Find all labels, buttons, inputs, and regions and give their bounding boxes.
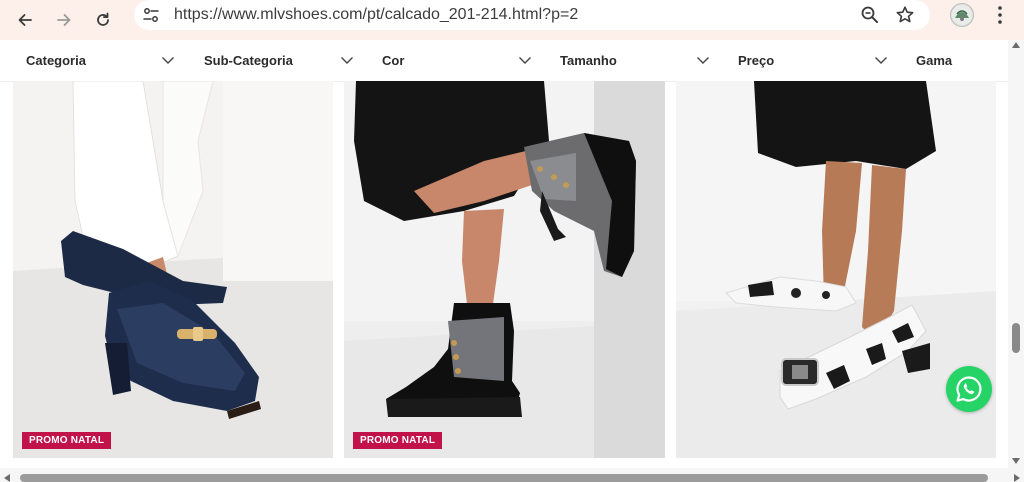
product-card[interactable]: PROMO NATAL (344, 81, 665, 458)
product-card[interactable] (676, 81, 996, 458)
filter-label: Tamanho (560, 53, 617, 68)
arrow-left-icon (18, 14, 32, 26)
scroll-down-arrow-icon[interactable] (1012, 458, 1020, 464)
arrow-right-icon (57, 14, 71, 26)
address-bar[interactable]: https://www.mlvshoes.com/pt/calcado_201-… (134, 0, 930, 30)
filter-label: Sub-Categoria (204, 53, 293, 68)
filter-bar: Categoria Sub-Categoria Cor Tamanho Preç… (0, 40, 1008, 82)
chevron-down-icon[interactable] (518, 54, 532, 66)
filter-label: Categoria (26, 53, 86, 68)
kebab-menu-icon[interactable] (992, 4, 1008, 26)
scroll-up-arrow-icon[interactable] (1012, 42, 1020, 48)
filter-label: Gama (916, 53, 953, 68)
vertical-scroll-thumb[interactable] (1012, 323, 1020, 353)
product-image[interactable] (676, 81, 996, 458)
avatar[interactable] (950, 3, 974, 27)
filter-label: Preço (738, 53, 775, 68)
tune-icon[interactable] (142, 6, 160, 24)
whatsapp-button[interactable] (946, 366, 992, 412)
product-image[interactable] (13, 81, 333, 458)
filter-tamanho[interactable]: Tamanho (560, 40, 617, 81)
forward-button[interactable] (48, 4, 80, 36)
chevron-down-icon[interactable] (161, 54, 175, 66)
horizontal-scrollbar[interactable] (0, 468, 1024, 482)
filter-cor[interactable]: Cor (382, 40, 404, 81)
filter-categoria[interactable]: Categoria (26, 40, 86, 81)
whatsapp-icon (956, 376, 982, 402)
filter-sub-categoria[interactable]: Sub-Categoria (204, 40, 293, 81)
scroll-left-arrow-icon[interactable] (4, 474, 10, 482)
scroll-right-arrow-icon[interactable] (1014, 474, 1020, 482)
url-text[interactable]: https://www.mlvshoes.com/pt/calcado_201-… (174, 0, 578, 30)
filter-preco[interactable]: Preço (738, 40, 774, 81)
star-icon[interactable] (895, 5, 915, 25)
product-image[interactable] (344, 81, 665, 458)
browser-toolbar: https://www.mlvshoes.com/pt/calcado_201-… (0, 0, 1024, 41)
promo-badge: PROMO NATAL (353, 432, 443, 449)
zoom-icon[interactable] (860, 5, 880, 25)
profile-image-icon (952, 5, 972, 25)
chevron-down-icon[interactable] (340, 54, 354, 66)
filter-label: Cor (382, 53, 405, 68)
reload-icon (97, 12, 109, 26)
promo-badge: PROMO NATAL (22, 432, 112, 449)
chevron-down-icon[interactable] (696, 54, 710, 66)
back-button[interactable] (9, 4, 41, 36)
reload-button[interactable] (87, 4, 119, 36)
vertical-scrollbar[interactable] (1008, 40, 1024, 468)
filter-gama[interactable]: Gama (916, 40, 952, 81)
horizontal-scroll-thumb[interactable] (20, 474, 988, 482)
chevron-down-icon[interactable] (874, 54, 888, 66)
product-card[interactable]: PROMO NATAL (13, 81, 333, 458)
